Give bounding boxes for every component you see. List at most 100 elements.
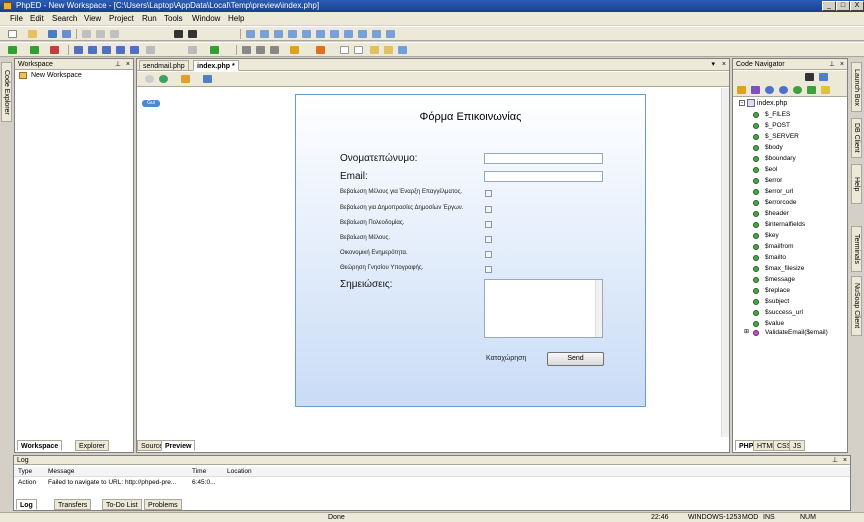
tree-item[interactable]: $eol bbox=[765, 165, 777, 175]
terminals-side-tab[interactable]: Terminals bbox=[851, 226, 862, 272]
tree-item[interactable]: $mailfrom bbox=[765, 242, 794, 252]
redo-icon[interactable] bbox=[110, 30, 119, 38]
tree-item[interactable]: $boundary bbox=[765, 154, 796, 164]
file-node[interactable]: − index.php bbox=[739, 99, 787, 107]
tab-problems[interactable]: Problems bbox=[144, 499, 182, 510]
tree-item[interactable]: $mailto bbox=[765, 253, 786, 263]
find-icon[interactable] bbox=[174, 30, 183, 38]
close-icon[interactable]: × bbox=[126, 59, 130, 70]
tree-item[interactable]: $body bbox=[765, 143, 783, 153]
pin-icon[interactable]: ⊥ bbox=[832, 456, 838, 465]
help-side-tab[interactable]: Help bbox=[851, 164, 862, 204]
button-icon[interactable] bbox=[330, 30, 339, 38]
replace-icon[interactable] bbox=[188, 30, 197, 38]
menu-project[interactable]: Project bbox=[109, 14, 134, 23]
breakpoint-icon[interactable] bbox=[130, 46, 139, 54]
notes-scrollbar[interactable] bbox=[595, 280, 602, 337]
frame-icon[interactable] bbox=[372, 30, 381, 38]
tree-item[interactable]: $message bbox=[765, 275, 795, 285]
maximize-button[interactable]: □ bbox=[836, 1, 850, 11]
layout-icon[interactable] bbox=[246, 30, 255, 38]
menu-search[interactable]: Search bbox=[52, 14, 77, 23]
tree-item[interactable]: $success_url bbox=[765, 308, 803, 318]
tree-item[interactable]: $key bbox=[765, 231, 779, 241]
menu-edit[interactable]: Edit bbox=[30, 14, 44, 23]
close-button[interactable]: X bbox=[850, 1, 864, 11]
record-icon[interactable] bbox=[146, 46, 155, 54]
checkbox-1[interactable] bbox=[485, 190, 492, 197]
menu-run[interactable]: Run bbox=[142, 14, 157, 23]
html-icon[interactable] bbox=[340, 46, 349, 54]
notes-textarea[interactable] bbox=[484, 279, 603, 338]
sort-icon[interactable] bbox=[751, 86, 760, 94]
include-icon[interactable] bbox=[821, 86, 830, 94]
link-icon[interactable] bbox=[358, 30, 367, 38]
tab-menu-icon[interactable]: ▾ bbox=[711, 59, 715, 71]
table-icon[interactable] bbox=[274, 30, 283, 38]
span-icon[interactable] bbox=[384, 46, 393, 54]
tree-item[interactable]: $error bbox=[765, 176, 782, 186]
input-icon[interactable] bbox=[288, 30, 297, 38]
status-encoding[interactable]: WINDOWS-1253 bbox=[688, 513, 741, 522]
close-icon[interactable]: × bbox=[843, 456, 847, 465]
align-icon[interactable] bbox=[256, 46, 265, 54]
menu-help[interactable]: Help bbox=[228, 14, 244, 23]
run-to-cursor-icon[interactable] bbox=[116, 46, 125, 54]
open-folder-icon[interactable] bbox=[28, 30, 37, 38]
forward-icon[interactable] bbox=[210, 46, 219, 54]
expand-icon[interactable]: ⊞ bbox=[744, 328, 749, 335]
step-over-icon[interactable] bbox=[88, 46, 97, 54]
tree-item[interactable]: $replace bbox=[765, 286, 790, 296]
new-file-icon[interactable] bbox=[8, 30, 17, 38]
menu-view[interactable]: View bbox=[84, 14, 101, 23]
back-icon[interactable] bbox=[188, 46, 197, 54]
run-icon[interactable] bbox=[8, 46, 17, 54]
name-input[interactable] bbox=[484, 153, 603, 164]
col-location[interactable]: Location bbox=[227, 467, 252, 477]
image-icon[interactable] bbox=[344, 30, 353, 38]
step-into-icon[interactable] bbox=[74, 46, 83, 54]
tree-item[interactable]: $internalfields bbox=[765, 220, 805, 230]
tree-item[interactable]: $max_filesize bbox=[765, 264, 804, 274]
search-icon[interactable] bbox=[805, 73, 814, 81]
div-icon[interactable] bbox=[370, 46, 379, 54]
filter-icon[interactable] bbox=[737, 86, 746, 94]
tree-item[interactable]: $error_url bbox=[765, 187, 793, 197]
tree-item[interactable]: $_POST bbox=[765, 121, 790, 131]
chart-icon[interactable] bbox=[181, 75, 190, 83]
stop-icon[interactable] bbox=[50, 46, 59, 54]
col-type[interactable]: Type bbox=[18, 467, 32, 477]
tab-workspace[interactable]: Workspace bbox=[17, 440, 63, 451]
tree-item[interactable]: $subject bbox=[765, 297, 789, 307]
palette-icon[interactable] bbox=[316, 46, 325, 54]
color-icon[interactable] bbox=[290, 46, 299, 54]
launch-box-side-tab[interactable]: Launch Box bbox=[851, 62, 862, 112]
format-icon[interactable] bbox=[270, 46, 279, 54]
tab-preview[interactable]: Preview bbox=[161, 440, 196, 451]
undo-icon[interactable] bbox=[96, 30, 105, 38]
tree-item[interactable]: $errorcode bbox=[765, 198, 796, 208]
refresh-icon[interactable] bbox=[159, 75, 168, 83]
tree-item[interactable]: $_SERVER bbox=[765, 132, 799, 142]
menu-file[interactable]: File bbox=[10, 14, 23, 23]
stop-preview-icon[interactable] bbox=[145, 75, 154, 83]
menu-tools[interactable]: Tools bbox=[164, 14, 183, 23]
method-icon[interactable] bbox=[779, 86, 788, 94]
minimize-button[interactable]: _ bbox=[822, 1, 836, 11]
body-icon[interactable] bbox=[354, 46, 363, 54]
checkbox-3[interactable] bbox=[485, 221, 492, 228]
editor-scrollbar[interactable] bbox=[721, 88, 729, 437]
grid-icon[interactable] bbox=[242, 46, 251, 54]
radio-icon[interactable] bbox=[302, 30, 311, 38]
pen-icon[interactable] bbox=[398, 46, 407, 54]
nusoap-client-side-tab[interactable]: NuSoap Client bbox=[851, 276, 862, 336]
cut-icon[interactable] bbox=[82, 30, 91, 38]
col-time[interactable]: Time bbox=[192, 467, 206, 477]
checkbox-2[interactable] bbox=[485, 206, 492, 213]
checkbox-icon[interactable] bbox=[316, 30, 325, 38]
tree-item[interactable]: $header bbox=[765, 209, 789, 219]
tab-todo[interactable]: To-Do List bbox=[102, 499, 142, 510]
pin-icon[interactable]: ⊥ bbox=[829, 59, 835, 70]
tab-index[interactable]: index.php * bbox=[193, 60, 239, 71]
log-row[interactable]: Action Failed to navigate to URL: http:/… bbox=[14, 478, 850, 488]
